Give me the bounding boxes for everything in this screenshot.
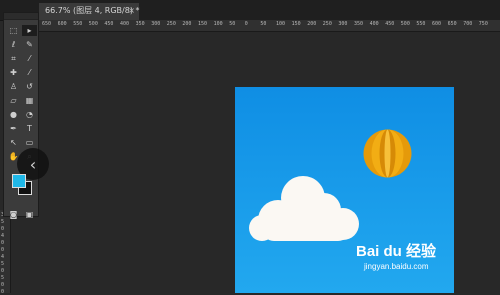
ruler-tick-label: 150 (198, 21, 208, 27)
ruler-tick-label: 0 (244, 21, 248, 27)
ruler-tick-label: 600 (432, 21, 442, 27)
ruler-tick-label: 250 (322, 21, 332, 27)
rect-marquee-icon[interactable]: ⬚ (6, 25, 21, 36)
document-tab-title: 66.7% (图层 4, RGB/8) * (45, 6, 140, 15)
ruler-tick-label: 500 (88, 21, 98, 27)
blur-icon[interactable]: ● (6, 109, 21, 120)
ruler-tick-label: 350 (354, 21, 364, 27)
document-tab[interactable]: 66.7% (图层 4, RGB/8) * × (39, 3, 140, 20)
quick-mask-icon[interactable]: ◙ (6, 209, 21, 220)
close-tab-icon[interactable]: × (128, 3, 135, 18)
watermark-logo: Bai du 经验 (356, 243, 437, 260)
ruler-tick-label: 400 (369, 21, 379, 27)
shape-icon[interactable]: ▭ (22, 137, 37, 148)
ruler-tick-label: 50 (260, 21, 267, 27)
ruler-tick-label: 650 (42, 21, 52, 27)
ruler-tick-label: 250 (166, 21, 176, 27)
horizontal-ruler: 650 600 550 500 450 400 350 300 250 200 150 100 50 0 5… (39, 20, 500, 32)
dodge-icon[interactable]: ◔ (22, 109, 37, 120)
ruler-tick-label: 0 (1, 226, 5, 232)
ruler-tick-label: 100 (213, 21, 223, 27)
chevron-left-icon: ‹ (29, 154, 37, 174)
ruler-tick-label: 450 (104, 21, 114, 27)
ruler-tick-label: 550 (416, 21, 426, 27)
ruler-tick-label: 5 (1, 219, 5, 225)
path-select-icon[interactable]: ↖ (6, 137, 21, 148)
ruler-tick-label: 450 (385, 21, 395, 27)
ruler-tick-label: 100 (276, 21, 286, 27)
ruler-tick-label: 350 (135, 21, 145, 27)
ruler-tick-label: 150 (291, 21, 301, 27)
ruler-tick-label: 300 (151, 21, 161, 27)
ruler-tick-label: 600 (57, 21, 67, 27)
type-icon[interactable]: T (22, 123, 37, 134)
ruler-tick-label: 700 (463, 21, 473, 27)
ruler-tick-label: 200 (307, 21, 317, 27)
foreground-color-swatch[interactable] (12, 174, 26, 188)
brush-icon[interactable]: ⁄ (22, 67, 37, 78)
ruler-tick-label: 300 (338, 21, 348, 27)
healing-icon[interactable]: ✚ (6, 67, 21, 78)
ruler-tick-label: 200 (182, 21, 192, 27)
baidu-jingyan-watermark: Bai du 经验 jingyan.baidu.com (356, 240, 496, 290)
hot-air-balloon-illustration (363, 129, 412, 178)
ruler-tick-label: 0 (1, 240, 5, 246)
cloud-illustration (249, 176, 359, 241)
stamp-icon[interactable]: ♙ (6, 81, 21, 92)
toolbar-grip[interactable] (4, 13, 38, 20)
ruler-tick-label: 0 (1, 282, 5, 288)
ruler-tick-label: 550 (73, 21, 83, 27)
ruler-tick-label: 750 (478, 21, 488, 27)
ruler-tick-label: 0 (1, 268, 5, 274)
ruler-tick-label: 500 (400, 21, 410, 27)
vertical-ruler: 350400450500 (0, 210, 11, 295)
ruler-tick-label: 650 (447, 21, 457, 27)
tools-panel: ⬚▸ℓ✎⌗⁄✚⁄♙↺▱▦●◔✒T↖▭✋⌕◙▣ (3, 12, 39, 220)
ruler-tick-label: 4 (1, 233, 5, 239)
ruler-tick-label: 0 (1, 247, 5, 253)
eyedropper-icon[interactable]: ⁄ (22, 53, 37, 64)
screen-mode-icon[interactable]: ▣ (22, 209, 37, 220)
pen-icon[interactable]: ✒ (6, 123, 21, 134)
ruler-tick-label: 400 (120, 21, 130, 27)
gradient-icon[interactable]: ▦ (22, 95, 37, 106)
lasso-icon[interactable]: ℓ (6, 39, 21, 50)
history-brush-icon[interactable]: ↺ (22, 81, 37, 92)
ruler-tick-label: 0 (1, 289, 5, 295)
ruler-tick-label: 4 (1, 254, 5, 260)
watermark-url: jingyan.baidu.com (364, 262, 429, 271)
crop-icon[interactable]: ⌗ (6, 53, 21, 64)
eraser-icon[interactable]: ▱ (6, 95, 21, 106)
ruler-tick-label: 5 (1, 261, 5, 267)
quick-select-icon[interactable]: ✎ (22, 39, 37, 50)
document-tab-bar: 66.7% (图层 4, RGB/8) * × (0, 0, 500, 21)
move-icon[interactable]: ▸ (22, 25, 37, 36)
ruler-tick-label: 50 (229, 21, 236, 27)
ruler-tick-label: 5 (1, 275, 5, 281)
